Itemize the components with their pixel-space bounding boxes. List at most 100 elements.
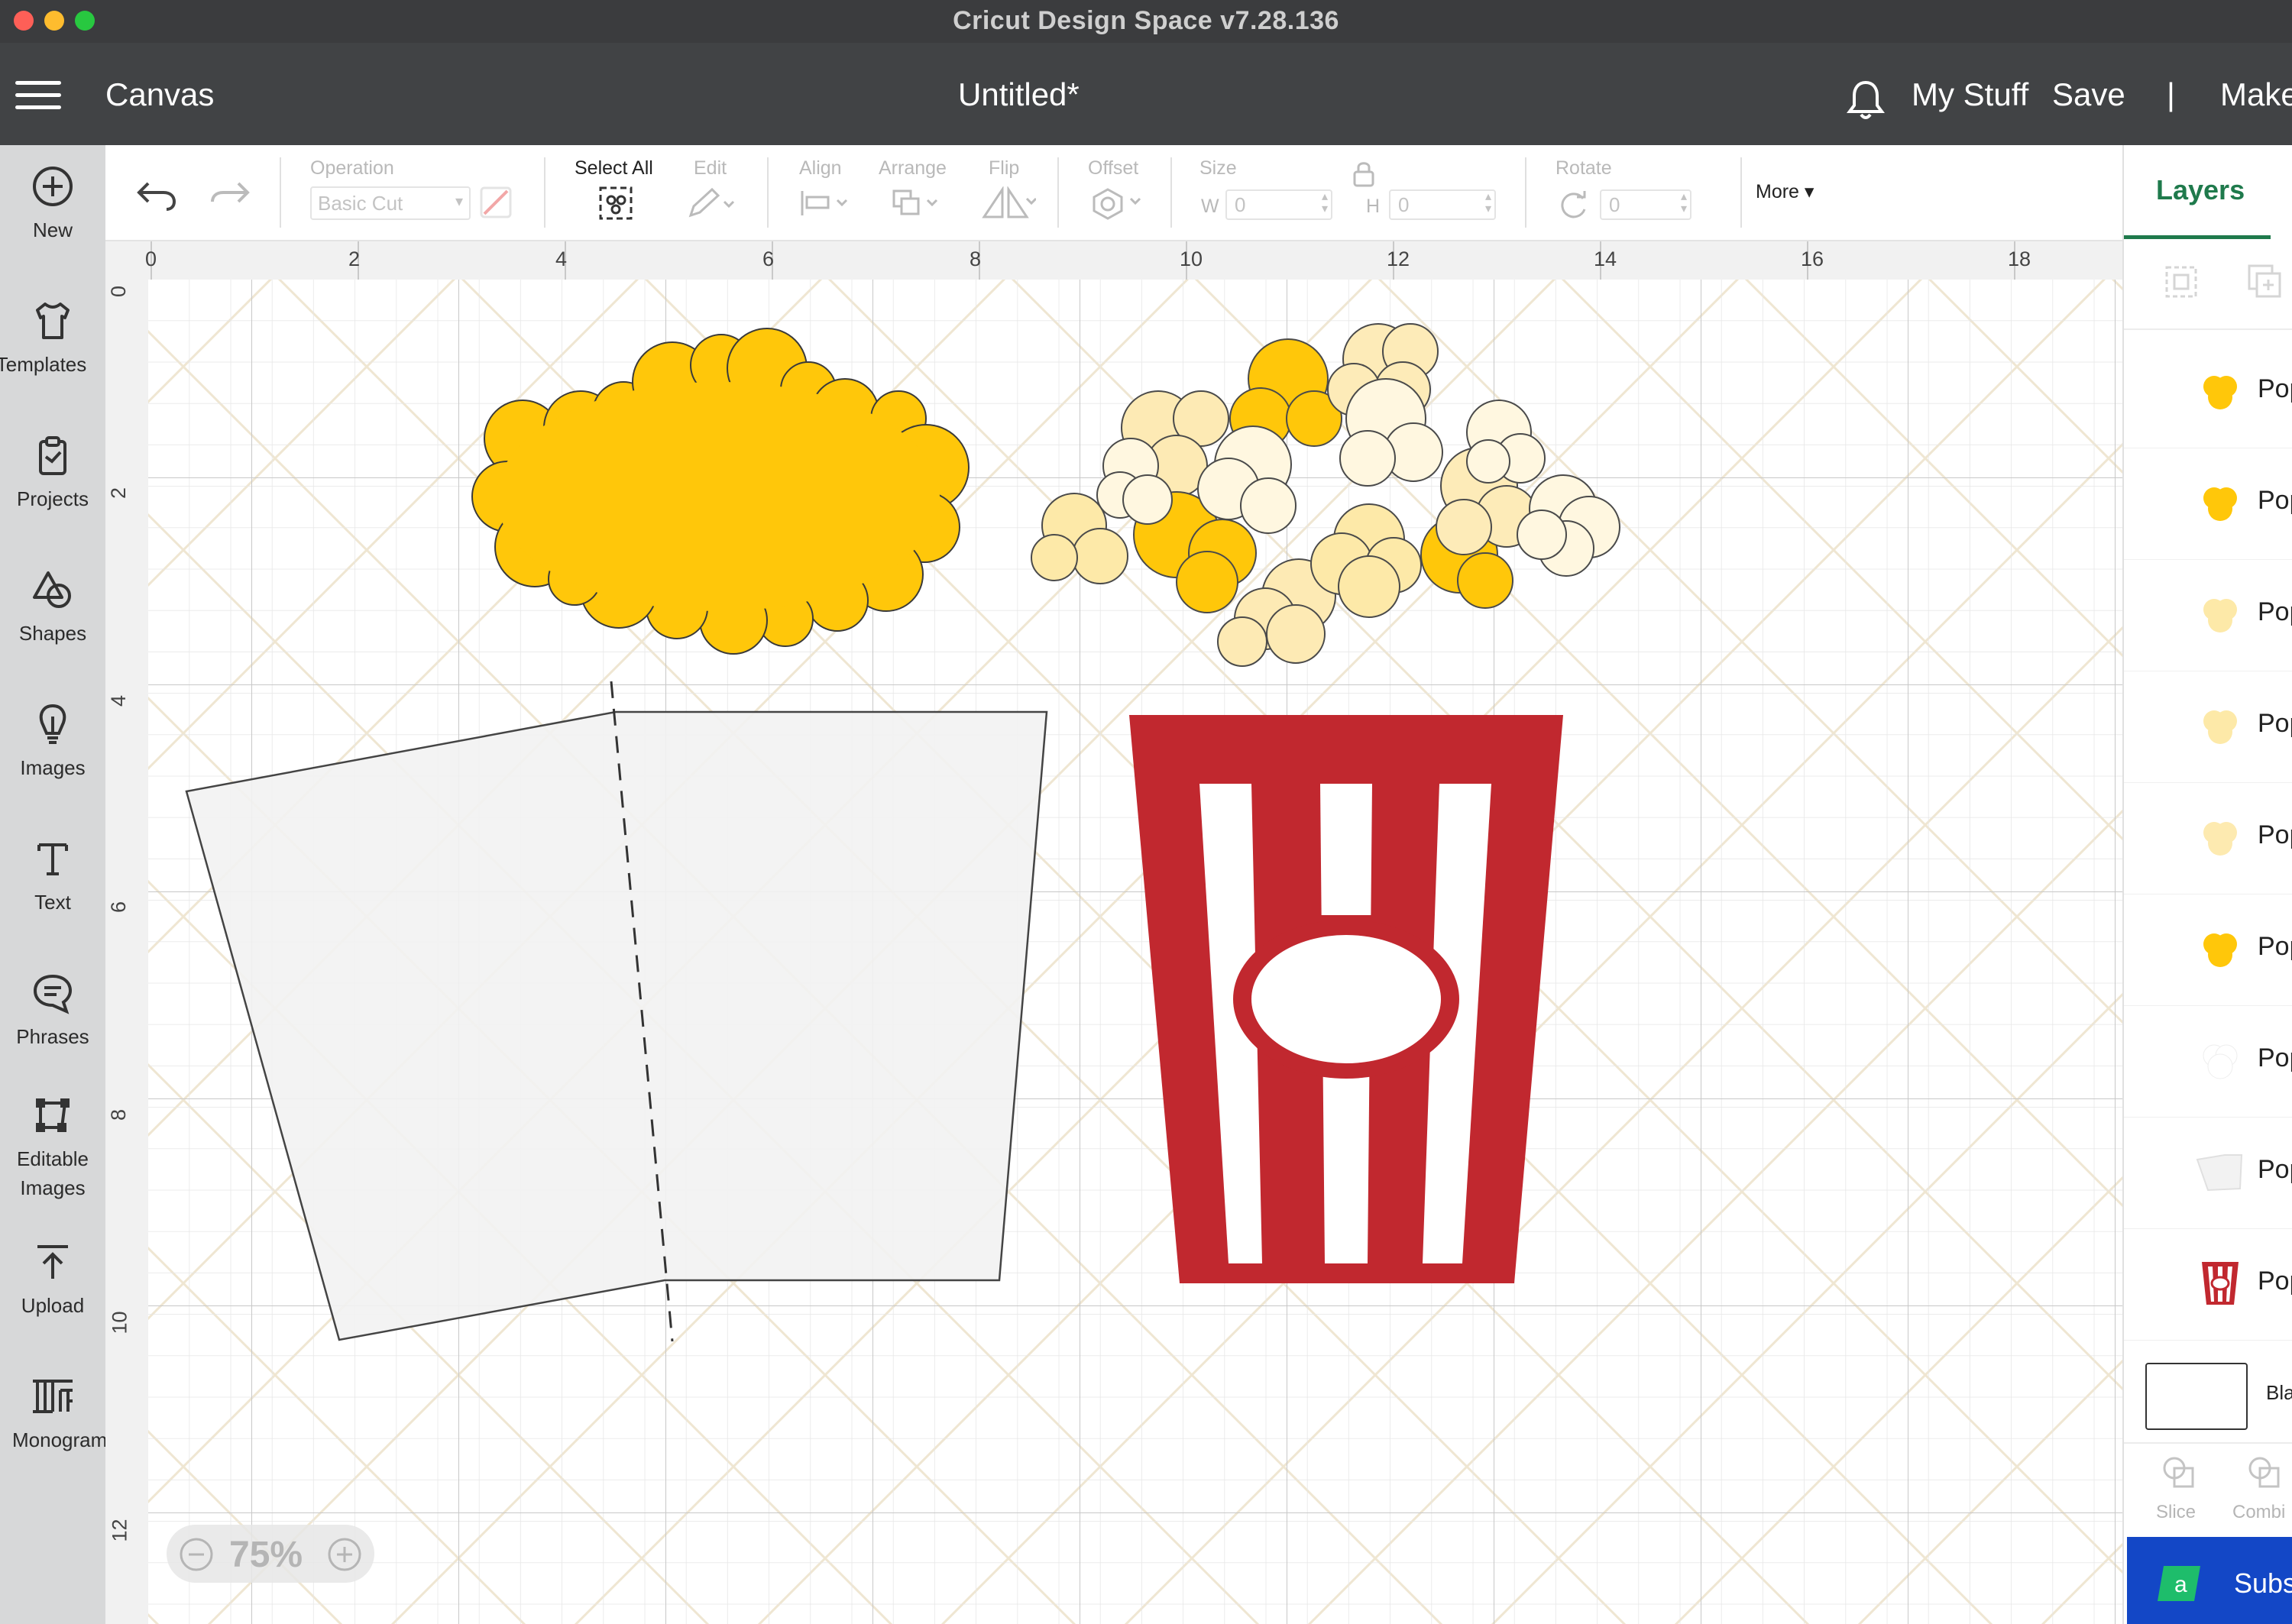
monogram-icon (33, 1380, 73, 1413)
select-all-icon[interactable] (597, 185, 634, 222)
rotate-value: 0 (1609, 193, 1620, 216)
size-label: Size (1199, 157, 1237, 179)
my-stuff-link[interactable]: My Stuff (1912, 76, 2028, 113)
offset-icon[interactable] (1091, 186, 1148, 220)
width-input[interactable]: 0 ▴ ▾ (1225, 189, 1332, 220)
app-header: Canvas Untitled* My Stuff Save | Make (0, 43, 2292, 145)
layer-item[interactable]: Pop (2124, 1005, 2292, 1118)
layer-item[interactable]: Pop (2124, 1117, 2292, 1229)
sidebar-item-text[interactable]: Text (0, 837, 105, 917)
ruler-label: 6 (762, 247, 775, 270)
layer-name: Pop (2258, 1043, 2292, 1072)
duplicate-icon[interactable] (2246, 263, 2284, 301)
group-icon[interactable] (2162, 263, 2200, 301)
blank-canvas-label: Bla (2266, 1381, 2292, 1404)
rotate-label: Rotate (1556, 157, 1612, 179)
tab-layers[interactable]: Layers (2124, 145, 2271, 239)
bell-icon[interactable] (1846, 78, 1886, 121)
layer-item[interactable]: Pop (2124, 448, 2292, 560)
toolbar-separator (280, 157, 281, 228)
layers-panel: Layers Pop Pop Pop Pop Pop Pop Pop Pop P… (2122, 145, 2292, 1624)
sidebar-item-label: Templates (0, 353, 87, 376)
layer-name: Pop (2258, 932, 2292, 961)
redo-icon[interactable] (208, 177, 251, 211)
sidebar-item-upload[interactable]: Upload (0, 1241, 105, 1320)
layer-item[interactable]: Pop (2124, 1228, 2292, 1341)
layer-item[interactable]: Pop (2124, 671, 2292, 783)
sidebar-item-label: Projects (17, 487, 89, 510)
height-input[interactable]: 0 ▴ ▾ (1389, 189, 1496, 220)
operation-select[interactable]: Basic Cut ▾ (310, 186, 471, 220)
zoom-control: 75% (167, 1525, 374, 1583)
rotate-input[interactable]: 0 ▴ ▾ (1600, 189, 1691, 220)
save-button[interactable]: Save (2052, 76, 2125, 113)
ruler-label: 0 (145, 247, 157, 270)
sidebar-item-phrases[interactable]: Phrases (0, 972, 105, 1051)
chevron-down-icon: ▾ (455, 193, 463, 210)
undo-icon[interactable] (136, 177, 179, 211)
stepper-icon[interactable]: ▴ ▾ (1322, 191, 1328, 215)
pencil-icon[interactable] (686, 186, 735, 220)
document-title[interactable]: Untitled* (958, 76, 1080, 113)
layer-item[interactable]: Pop (2124, 559, 2292, 671)
header-divider: | (2167, 76, 2175, 112)
toolbar-separator (1057, 157, 1059, 228)
sidebar-item-images[interactable]: Images (0, 703, 105, 782)
stepper-icon[interactable]: ▴ ▾ (1681, 191, 1687, 215)
sidebar-item-shapes[interactable]: Shapes (0, 568, 105, 648)
sidebar-item-new[interactable]: New (0, 165, 105, 244)
sidebar-item-label: Upload (21, 1294, 85, 1317)
ruler-label: 10 (108, 1311, 131, 1334)
ruler-label: 12 (108, 1519, 131, 1542)
ruler-label: 16 (1801, 247, 1824, 270)
popcorn-box-striped-shape[interactable] (1129, 715, 1563, 1283)
ruler-label: 6 (107, 901, 131, 914)
blank-canvas-swatch[interactable] (2145, 1363, 2248, 1430)
shirt-icon (36, 302, 70, 339)
sidebar-item-projects[interactable]: Projects (0, 434, 105, 513)
slice-icon[interactable] (2161, 1454, 2199, 1493)
panel-divider (2124, 328, 2292, 330)
ruler-label: 2 (107, 487, 131, 500)
zoom-in-icon[interactable] (327, 1537, 362, 1572)
sidebar-item-editable-images[interactable]: Editable Images (0, 1094, 105, 1202)
caret-down-icon: ▾ (1804, 181, 1814, 202)
popcorn-cloud-fill (497, 382, 940, 611)
ruler-label: 10 (1180, 247, 1203, 270)
ruler-label: 12 (1387, 247, 1410, 270)
popcorn-box-panel-shape[interactable] (185, 710, 1048, 1341)
sidebar-item-monogram[interactable]: Monogram (0, 1375, 105, 1454)
align-icon[interactable] (799, 188, 853, 218)
hamburger-menu-icon[interactable] (15, 81, 61, 112)
design-canvas[interactable]: 75% (148, 280, 2122, 1624)
canvas-artwork[interactable] (148, 280, 2122, 1624)
vertical-ruler: 0 2 4 6 8 10 12 (105, 280, 149, 1624)
color-swatch-disabled-icon[interactable] (480, 186, 512, 218)
ruler-label: 4 (555, 247, 568, 270)
subscribe-banner[interactable]: a Subs (2127, 1537, 2292, 1624)
sidebar-item-label: Images (20, 756, 86, 779)
layer-item[interactable]: Pop (2124, 782, 2292, 894)
combine-icon[interactable] (2246, 1454, 2284, 1493)
lock-icon[interactable] (1352, 160, 1375, 188)
layer-thumbnail-icon (2203, 376, 2237, 409)
flip-icon[interactable] (979, 186, 1036, 220)
rotate-icon[interactable] (1557, 189, 1591, 220)
stepper-icon[interactable]: ▴ ▾ (1485, 191, 1491, 215)
combine-label: Combi (2232, 1502, 2286, 1522)
sidebar-item-label-line2: Images (20, 1176, 86, 1199)
shapes-icon (33, 571, 71, 608)
layer-item[interactable]: Pop (2124, 894, 2292, 1006)
sidebar-item-label: Monogram (12, 1428, 105, 1451)
zoom-out-icon[interactable] (179, 1537, 214, 1572)
arrange-icon[interactable] (891, 188, 944, 218)
sidebar-item-templates[interactable]: Templates (0, 299, 105, 379)
layer-item[interactable]: Pop (2124, 336, 2292, 448)
layer-thumbnail-icon (2202, 1262, 2239, 1305)
section-title: Canvas (105, 76, 215, 112)
tab-layers-label: Layers (2156, 174, 2245, 205)
make-button[interactable]: Make (2220, 76, 2292, 113)
layer-name: Pop (2258, 486, 2292, 515)
access-logo-icon: a (2158, 1566, 2200, 1601)
more-menu-button[interactable]: More ▾ (1756, 180, 1814, 203)
